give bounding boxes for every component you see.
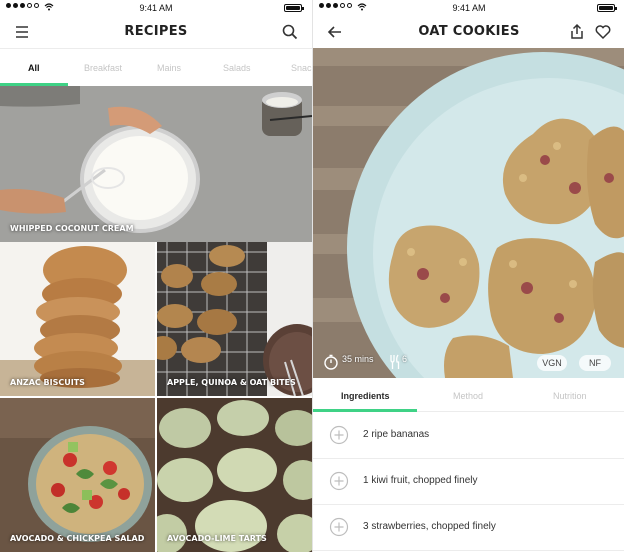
recipe-tile-avocado-chickpea-salad[interactable]: AVOCADO & CHICKPEA SALAD [0, 398, 155, 552]
recipe-title: ANZAC BISCUITS [10, 378, 85, 387]
recipe-title: AVOCADO & CHICKPEA SALAD [10, 534, 145, 543]
recipe-tile-apple-quinoa-oat-bites[interactable]: APPLE, QUINOA & OAT BITES [157, 242, 312, 396]
navbar: OAT COOKIES [313, 16, 624, 48]
status-time: 9:41 AM [139, 3, 173, 13]
status-bar: 9:41 AM [0, 0, 312, 16]
recipes-screen: 9:41 AM RECIPES All Breakfast Mains Sala… [0, 0, 312, 552]
page-title: RECIPES [124, 24, 188, 39]
recipe-image [0, 398, 155, 552]
recipe-detail-screen: 9:41 AM OAT COOKIES 35 mins 6 VGN NF Ing… [312, 0, 624, 552]
recipe-image [157, 242, 312, 396]
battery-icon [597, 4, 617, 12]
ingredient-text: 2 ripe bananas [363, 429, 430, 440]
tab-ingredients[interactable]: Ingredients [341, 391, 390, 401]
ingredient-row[interactable]: 2 ripe bananas [313, 413, 624, 459]
heart-icon[interactable] [593, 22, 613, 42]
badge-vgn: VGN [537, 355, 567, 371]
plus-circle-icon[interactable] [329, 471, 349, 491]
tab-snacks[interactable]: Snac [291, 63, 312, 73]
active-tab-indicator [313, 409, 417, 412]
search-icon[interactable] [280, 22, 300, 42]
tab-method[interactable]: Method [453, 391, 483, 401]
recipe-tile-anzac-biscuits[interactable]: ANZAC BISCUITS [0, 242, 155, 396]
timer-icon [324, 354, 338, 370]
servings: 6 [402, 354, 408, 364]
tab-nutrition[interactable]: Nutrition [553, 391, 587, 401]
recipe-tile-whipped-coconut-cream[interactable]: WHIPPED COCONUT CREAM [0, 86, 312, 242]
status-time: 9:41 AM [452, 3, 486, 13]
navbar: RECIPES [0, 16, 312, 48]
tab-mains[interactable]: Mains [157, 63, 181, 73]
ingredient-text: 3 strawberries, chopped finely [363, 521, 496, 532]
status-bar: 9:41 AM [313, 0, 624, 16]
detail-tabs: Ingredients Method Nutrition [313, 380, 624, 412]
recipe-title: APPLE, QUINOA & OAT BITES [167, 378, 296, 387]
cook-time: 35 mins [342, 354, 374, 364]
share-icon[interactable] [567, 22, 587, 42]
utensils-icon [390, 354, 400, 369]
recipe-image [157, 398, 312, 552]
tab-all[interactable]: All [28, 63, 40, 73]
tab-salads[interactable]: Salads [223, 63, 251, 73]
plus-circle-icon[interactable] [329, 425, 349, 445]
ingredient-row[interactable]: 3 strawberries, chopped finely [313, 505, 624, 551]
recipe-title: AVOCADO-LIME TARTS [167, 534, 267, 543]
recipe-image [0, 86, 312, 242]
tab-breakfast[interactable]: Breakfast [84, 63, 122, 73]
category-tabs: All Breakfast Mains Salads Snac [0, 48, 312, 86]
badge-nf: NF [579, 355, 611, 371]
ingredient-text: 1 kiwi fruit, chopped finely [363, 475, 478, 486]
ingredient-row[interactable]: 1 kiwi fruit, chopped finely [313, 459, 624, 505]
recipe-image [0, 242, 155, 396]
recipe-title: WHIPPED COCONUT CREAM [10, 224, 134, 233]
plus-circle-icon[interactable] [329, 517, 349, 537]
battery-icon [284, 4, 304, 12]
recipe-grid: WHIPPED COCONUT CREAM ANZAC BISCUITS APP… [0, 86, 312, 552]
recipe-hero-image [313, 48, 624, 378]
recipe-tile-avocado-lime-tarts[interactable]: AVOCADO-LIME TARTS [157, 398, 312, 552]
